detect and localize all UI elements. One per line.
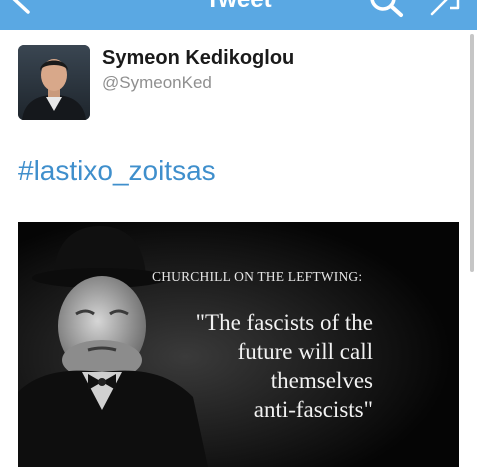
quote-line: future will call [237,339,373,364]
compose-icon[interactable] [428,0,464,18]
hashtag-link[interactable]: #lastixo_zoitsas [18,155,216,187]
image-quote: "The fascists of the future will call th… [113,308,373,424]
tweet-image[interactable]: CHURCHILL ON THE LEFTWING: "The fascists… [18,222,459,467]
scrollbar[interactable] [470,34,474,272]
author-handle[interactable]: @SymeonKed [102,73,212,93]
search-icon[interactable] [368,0,408,18]
quote-line: "The fascists of the [195,310,373,335]
author-name[interactable]: Symeon Kedikoglou [102,47,294,70]
quote-line: anti-fascists" [253,397,373,422]
image-heading: CHURCHILL ON THE LEFTWING: [152,269,363,284]
quote-line: themselves [270,368,373,393]
avatar[interactable] [18,45,90,120]
navigation-bar: Tweet [0,0,477,30]
